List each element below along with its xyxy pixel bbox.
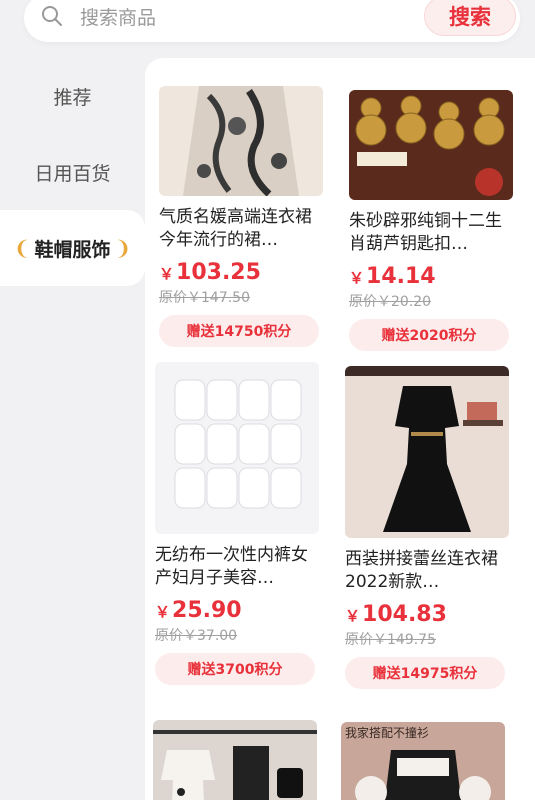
price-value: 104.83: [362, 602, 447, 627]
sidebar-item-apparel[interactable]: ❨ 鞋帽服饰 ❩: [0, 210, 145, 286]
original-price: 原价￥149.75: [345, 632, 436, 648]
points-badge[interactable]: 赠送14975积分: [345, 657, 505, 689]
product-card[interactable]: [153, 720, 317, 800]
laurel-left-icon: ❨: [13, 236, 31, 260]
product-card[interactable]: 我家搭配不撞衫: [341, 722, 505, 800]
points-badge[interactable]: 赠送2020积分: [349, 319, 509, 351]
points-badge[interactable]: 赠送14750积分: [159, 315, 319, 347]
product-price: ￥103.25: [159, 260, 323, 285]
product-price: ￥14.14: [349, 264, 513, 289]
thumb-caption: 我家搭配不撞衫: [345, 726, 430, 740]
product-card[interactable]: 朱砂辟邪纯铜十二生肖葫芦钥匙扣… ￥14.14 原价￥20.20 赠送2020积…: [349, 90, 513, 351]
price-value: 103.25: [176, 260, 261, 285]
currency-symbol: ￥: [155, 603, 171, 621]
product-image[interactable]: [345, 366, 509, 538]
product-card[interactable]: 西装拼接蕾丝连衣裙2022新款… ￥104.83 原价￥149.75 赠送149…: [345, 366, 509, 689]
sidebar-item-recommend[interactable]: 推荐: [0, 58, 145, 134]
price-value: 14.14: [366, 264, 436, 289]
product-price: ￥104.83: [345, 602, 509, 627]
product-title[interactable]: 无纺布一次性内裤女产妇月子美容…: [155, 544, 319, 590]
product-image[interactable]: [159, 86, 323, 196]
price-value: 25.90: [172, 598, 242, 623]
sidebar-item-label: 鞋帽服饰: [34, 238, 111, 261]
product-image[interactable]: [349, 90, 513, 200]
laurel-right-icon: ❩: [114, 236, 132, 260]
product-title[interactable]: 朱砂辟邪纯铜十二生肖葫芦钥匙扣…: [349, 210, 513, 256]
sidebar-item-label: 推荐: [53, 86, 92, 109]
product-title[interactable]: 西装拼接蕾丝连衣裙2022新款…: [345, 548, 509, 594]
sidebar-item-daily-goods[interactable]: 日用百货: [0, 134, 145, 210]
search-icon: [42, 6, 62, 26]
currency-symbol: ￥: [345, 607, 361, 625]
original-price: 原价￥20.20: [349, 294, 432, 310]
search-bar: 搜索: [24, 0, 520, 42]
currency-symbol: ￥: [349, 269, 365, 287]
product-price: ￥25.90: [155, 598, 319, 623]
original-price: 原价￥147.50: [159, 290, 250, 306]
product-card[interactable]: 无纺布一次性内裤女产妇月子美容… ￥25.90 原价￥37.00 赠送3700积…: [155, 362, 319, 685]
product-title[interactable]: 气质名媛高端连衣裙今年流行的裙…: [159, 206, 323, 252]
product-image[interactable]: 我家搭配不撞衫: [341, 722, 505, 800]
product-image[interactable]: [155, 362, 319, 534]
product-grid: 气质名媛高端连衣裙今年流行的裙… ￥103.25 原价￥147.50 赠送147…: [145, 58, 535, 800]
original-price: 原价￥37.00: [155, 628, 238, 644]
search-input[interactable]: [80, 4, 380, 32]
points-badge[interactable]: 赠送3700积分: [155, 653, 315, 685]
product-card[interactable]: 气质名媛高端连衣裙今年流行的裙… ￥103.25 原价￥147.50 赠送147…: [159, 86, 323, 347]
sidebar-item-label: 日用百货: [34, 162, 111, 185]
currency-symbol: ￥: [159, 265, 175, 283]
product-image[interactable]: [153, 720, 317, 800]
search-button[interactable]: 搜索: [424, 0, 516, 36]
